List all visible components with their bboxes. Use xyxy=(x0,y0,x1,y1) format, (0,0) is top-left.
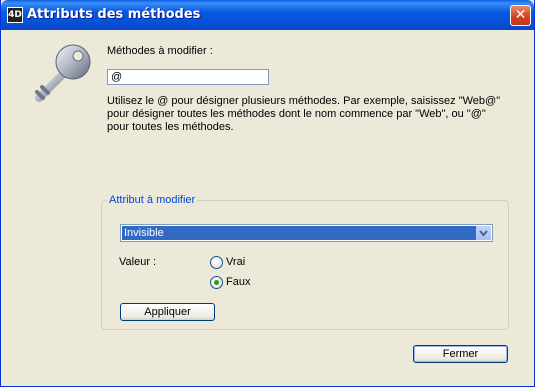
attribute-group-title: Attribut à modifier xyxy=(107,194,198,206)
dialog-window: 4D Attributs des méthodes ✕ Méthodes à m… xyxy=(0,0,535,387)
apply-button[interactable]: Appliquer xyxy=(120,303,215,321)
4d-app-icon: 4D xyxy=(7,7,23,23)
close-window-button[interactable]: ✕ xyxy=(510,5,531,26)
radio-vrai[interactable] xyxy=(210,256,223,269)
key-icon xyxy=(35,44,91,102)
close-button[interactable]: Fermer xyxy=(413,345,508,363)
window-title: Attributs des méthodes xyxy=(27,7,201,22)
title-bar[interactable]: 4D Attributs des méthodes ✕ xyxy=(1,0,534,30)
radio-faux-label[interactable]: Faux xyxy=(226,276,250,288)
attribute-selected-value: Invisible xyxy=(122,226,476,240)
attribute-select[interactable]: Invisible xyxy=(120,224,493,242)
dropdown-arrow-icon[interactable] xyxy=(476,226,491,240)
radio-vrai-label[interactable]: Vrai xyxy=(226,256,245,268)
help-text: Utilisez le @ pour désigner plusieurs mé… xyxy=(107,95,501,133)
methods-input[interactable] xyxy=(107,69,269,85)
radio-faux[interactable] xyxy=(210,276,223,289)
value-label: Valeur : xyxy=(119,256,157,268)
methods-label: Méthodes à modifier : xyxy=(107,45,213,57)
